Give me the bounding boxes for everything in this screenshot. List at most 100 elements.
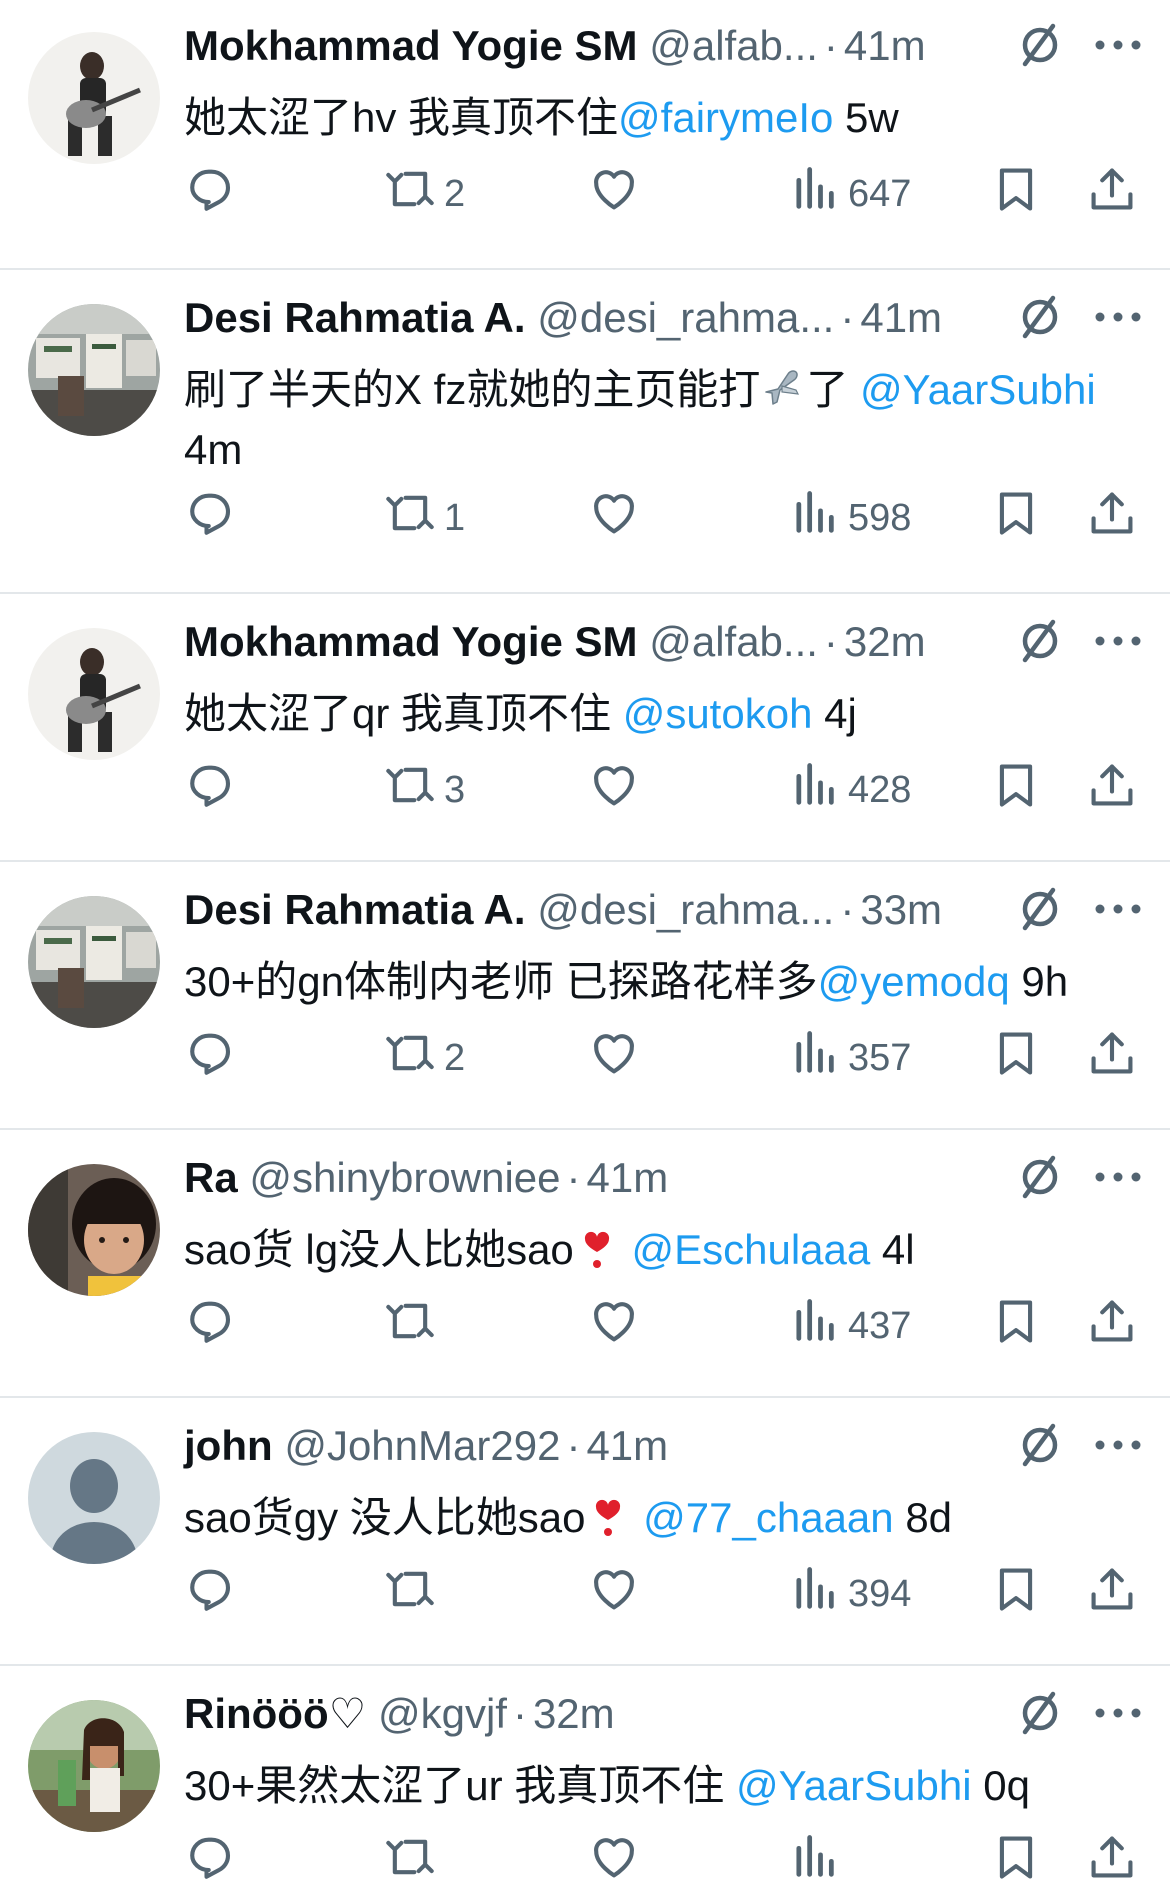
more-icon[interactable]: [1090, 1688, 1146, 1738]
timestamp[interactable]: 41m: [844, 22, 926, 69]
share-button[interactable]: [1086, 760, 1138, 820]
reply-button[interactable]: [184, 164, 236, 224]
avatar[interactable]: [28, 1164, 160, 1296]
more-icon[interactable]: [1090, 1420, 1146, 1470]
views-button[interactable]: 428: [788, 760, 911, 820]
like-button[interactable]: [588, 1564, 648, 1624]
avatar[interactable]: [28, 304, 160, 436]
share-button[interactable]: [1086, 1832, 1138, 1892]
user-handle[interactable]: @desi_rahma...: [537, 294, 834, 341]
retweet-button[interactable]: [384, 1832, 444, 1892]
grok-icon[interactable]: [1015, 1152, 1065, 1202]
views-button[interactable]: 437: [788, 1296, 911, 1356]
share-button[interactable]: [1086, 164, 1138, 224]
avatar[interactable]: [28, 628, 160, 760]
avatar[interactable]: [28, 1432, 160, 1564]
bookmark-button[interactable]: [990, 164, 1042, 224]
tweet[interactable]: Mokhammad Yogie SM @alfab... · 32m 她太涩了qr …: [0, 596, 1170, 864]
user-handle[interactable]: @kgvjf: [378, 1690, 507, 1737]
more-icon[interactable]: [1090, 1152, 1146, 1202]
reply-button[interactable]: [184, 1028, 236, 1088]
mention-link[interactable]: @fairymeIo: [618, 94, 833, 141]
tweet[interactable]: Desi Rahmatia A. @desi_rahma... · 41m 刷了半天…: [0, 272, 1170, 596]
mention-link[interactable]: @sutokoh: [623, 690, 813, 737]
bookmark-button[interactable]: [990, 1296, 1042, 1356]
avatar[interactable]: [28, 896, 160, 1028]
like-button[interactable]: [588, 1296, 648, 1356]
bookmark-icon: [990, 1831, 1042, 1893]
display-name[interactable]: Ra: [184, 1154, 238, 1201]
retweet-button[interactable]: [384, 1564, 444, 1624]
mention-link[interactable]: @Eschulaaa: [631, 1226, 870, 1273]
grok-icon[interactable]: [1015, 884, 1065, 934]
avatar[interactable]: [28, 32, 160, 164]
display-name[interactable]: Mokhammad Yogie SM: [184, 618, 638, 665]
grok-icon[interactable]: [1015, 292, 1065, 342]
like-button[interactable]: [588, 1028, 648, 1088]
like-button[interactable]: [588, 488, 648, 548]
grok-icon[interactable]: [1015, 1420, 1065, 1470]
display-name[interactable]: john: [184, 1422, 273, 1469]
reply-button[interactable]: [184, 760, 236, 820]
timestamp[interactable]: 32m: [844, 618, 926, 665]
timestamp[interactable]: 32m: [533, 1690, 615, 1737]
timestamp[interactable]: 33m: [860, 886, 942, 933]
views-button[interactable]: 647: [788, 164, 911, 224]
reply-button[interactable]: [184, 488, 236, 548]
like-button[interactable]: [588, 760, 648, 820]
timestamp[interactable]: 41m: [860, 294, 942, 341]
tweet[interactable]: john @JohnMar292 · 41m sao货gy 没人比她sao @77_…: [0, 1400, 1170, 1668]
retweet-button[interactable]: 1: [384, 488, 465, 548]
retweet-button[interactable]: 3: [384, 760, 465, 820]
avatar[interactable]: [28, 1700, 160, 1832]
retweet-button[interactable]: 2: [384, 164, 465, 224]
grok-icon[interactable]: [1015, 616, 1065, 666]
display-name[interactable]: Desi Rahmatia A.: [184, 294, 526, 341]
mention-link[interactable]: @yemodq: [818, 958, 1010, 1005]
reply-button[interactable]: [184, 1832, 236, 1892]
views-button[interactable]: 598: [788, 488, 911, 548]
reply-icon: [184, 1563, 236, 1625]
grok-icon[interactable]: [1015, 20, 1065, 70]
bookmark-button[interactable]: [990, 1564, 1042, 1624]
display-name[interactable]: Rinööö♡: [184, 1690, 366, 1737]
reply-button[interactable]: [184, 1564, 236, 1624]
more-icon[interactable]: [1090, 884, 1146, 934]
bookmark-button[interactable]: [990, 1028, 1042, 1088]
bookmark-button[interactable]: [990, 1832, 1042, 1892]
user-handle[interactable]: @JohnMar292: [284, 1422, 560, 1469]
retweet-button[interactable]: 2: [384, 1028, 465, 1088]
bookmark-button[interactable]: [990, 760, 1042, 820]
user-handle[interactable]: @alfab...: [649, 22, 818, 69]
tweet[interactable]: Desi Rahmatia A. @desi_rahma... · 33m 30+的…: [0, 864, 1170, 1132]
bookmark-button[interactable]: [990, 488, 1042, 548]
views-button[interactable]: 394: [788, 1564, 911, 1624]
display-name[interactable]: Mokhammad Yogie SM: [184, 22, 638, 69]
tweet[interactable]: Rinööö♡ @kgvjf · 32m 30+果然太涩了ur 我真顶不住 @Yaa…: [0, 1668, 1170, 1879]
share-button[interactable]: [1086, 488, 1138, 548]
grok-icon[interactable]: [1015, 1688, 1065, 1738]
tweet[interactable]: Mokhammad Yogie SM @alfab... · 41m 她太涩了hv …: [0, 0, 1170, 268]
share-button[interactable]: [1086, 1296, 1138, 1356]
timestamp[interactable]: 41m: [587, 1154, 669, 1201]
tweet[interactable]: Ra @shinybrowniee · 41m sao货 lg没人比她sao @Es…: [0, 1132, 1170, 1400]
reply-button[interactable]: [184, 1296, 236, 1356]
mention-link[interactable]: @YaarSubhi: [736, 1762, 972, 1809]
more-icon[interactable]: [1090, 292, 1146, 342]
retweet-button[interactable]: [384, 1296, 444, 1356]
share-button[interactable]: [1086, 1564, 1138, 1624]
share-button[interactable]: [1086, 1028, 1138, 1088]
mention-link[interactable]: @YaarSubhi: [860, 366, 1096, 413]
user-handle[interactable]: @desi_rahma...: [537, 886, 834, 933]
like-button[interactable]: [588, 1832, 648, 1892]
display-name[interactable]: Desi Rahmatia A.: [184, 886, 526, 933]
user-handle[interactable]: @alfab...: [649, 618, 818, 665]
like-button[interactable]: [588, 164, 648, 224]
timestamp[interactable]: 41m: [586, 1422, 668, 1469]
mention-link[interactable]: @77_chaaan: [643, 1494, 894, 1541]
views-button[interactable]: [788, 1832, 848, 1892]
user-handle[interactable]: @shinybrowniee: [249, 1154, 560, 1201]
views-button[interactable]: 357: [788, 1028, 911, 1088]
more-icon[interactable]: [1090, 20, 1146, 70]
more-icon[interactable]: [1090, 616, 1146, 666]
